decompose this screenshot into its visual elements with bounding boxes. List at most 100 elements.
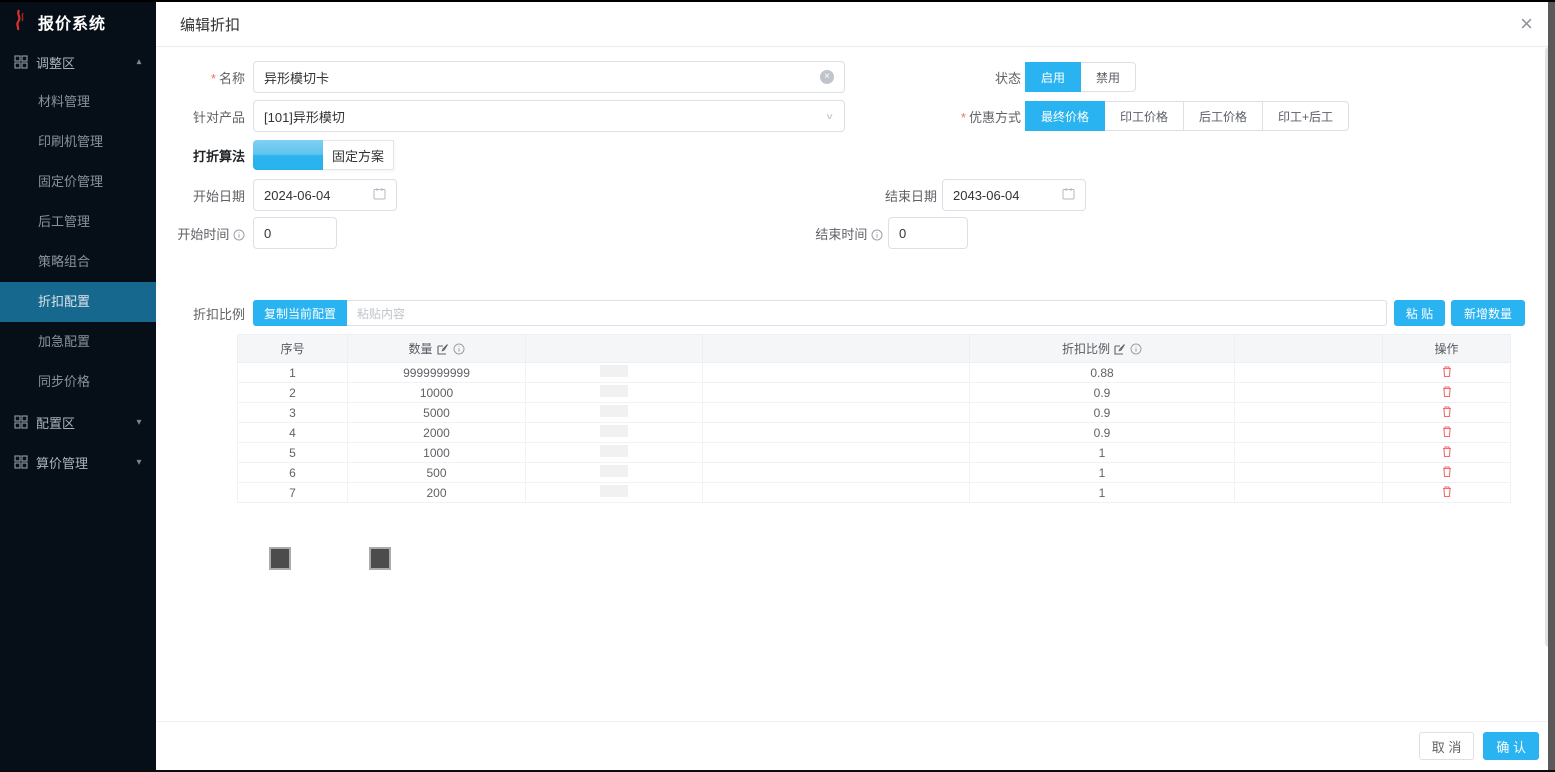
cell-ratio[interactable]: 0.9 bbox=[970, 423, 1235, 443]
copy-current-config-button[interactable]: 复制当前配置 bbox=[253, 300, 347, 326]
cell-action bbox=[1383, 423, 1511, 443]
cell-ratio[interactable]: 1 bbox=[970, 443, 1235, 463]
end-time-input[interactable]: 0 bbox=[888, 217, 968, 249]
sidebar-item[interactable]: 印刷机管理 bbox=[0, 122, 156, 162]
cell-quantity[interactable]: 1000 bbox=[348, 443, 526, 463]
sidebar-group-adjust[interactable]: 调整区 ▾ bbox=[0, 42, 156, 82]
discount-type-option-button[interactable]: 最终价格 bbox=[1025, 101, 1105, 131]
sidebar-item[interactable]: 折扣配置 bbox=[0, 282, 156, 322]
grid-icon bbox=[14, 55, 28, 69]
cell-index: 3 bbox=[238, 403, 348, 423]
algorithm-selected-option[interactable] bbox=[253, 140, 323, 170]
cancel-button[interactable]: 取 消 bbox=[1419, 732, 1475, 760]
info-icon bbox=[871, 229, 883, 241]
ratio-table-row: 4 2000 0.9 bbox=[238, 423, 1511, 443]
cell-blank bbox=[703, 463, 970, 483]
delete-row-icon[interactable] bbox=[1441, 465, 1453, 478]
name-label: *名称 bbox=[156, 68, 245, 87]
add-quantity-button[interactable]: 新增数量 bbox=[1451, 300, 1525, 326]
cell-ratio[interactable]: 1 bbox=[970, 483, 1235, 503]
ratio-table-row: 5 1000 1 bbox=[238, 443, 1511, 463]
cell-quantity[interactable]: 9999999999 bbox=[348, 363, 526, 383]
end-date-label: 结束日期 bbox=[849, 186, 937, 205]
sidebar-group-label: 调整区 bbox=[36, 53, 134, 72]
sidebar-group-config[interactable]: 配置区 ▾ bbox=[0, 402, 156, 442]
delete-row-icon[interactable] bbox=[1441, 485, 1453, 498]
modal-body: *名称 异形模切卡 × 状态 启用 禁用 bbox=[156, 61, 1555, 688]
sidebar-group-label: 算价管理 bbox=[36, 453, 134, 472]
cell-blank bbox=[526, 463, 703, 483]
sidebar-item[interactable]: 同步价格 bbox=[0, 362, 156, 402]
logo: 报价系统 bbox=[0, 2, 156, 42]
cell-ratio[interactable]: 1 bbox=[970, 463, 1235, 483]
discount-type-option-button[interactable]: 后工价格 bbox=[1183, 101, 1263, 131]
end-date-input[interactable]: 2043-06-04 bbox=[942, 179, 1086, 211]
close-icon[interactable]: × bbox=[1520, 13, 1533, 35]
col-blank-header bbox=[1235, 335, 1383, 363]
start-date-input[interactable]: 2024-06-04 bbox=[253, 179, 397, 211]
grid-icon bbox=[14, 455, 28, 469]
cell-ratio[interactable]: 0.9 bbox=[970, 383, 1235, 403]
placeholder-box bbox=[600, 365, 628, 377]
delete-row-icon[interactable] bbox=[1441, 405, 1453, 418]
cell-blank bbox=[703, 443, 970, 463]
sidebar-item[interactable]: 策略组合 bbox=[0, 242, 156, 282]
col-index-header: 序号 bbox=[238, 335, 348, 363]
sidebar-item[interactable]: 材料管理 bbox=[0, 82, 156, 122]
col-blank-header bbox=[703, 335, 970, 363]
status-segmented-control: 启用 禁用 bbox=[1026, 62, 1136, 92]
cell-blank bbox=[1235, 403, 1383, 423]
sidebar-item[interactable]: 加急配置 bbox=[0, 322, 156, 362]
sidebar-item[interactable]: 后工管理 bbox=[0, 202, 156, 242]
col-action-header: 操作 bbox=[1383, 335, 1511, 363]
delete-row-icon[interactable] bbox=[1441, 425, 1453, 438]
cell-index: 4 bbox=[238, 423, 348, 443]
delete-row-icon[interactable] bbox=[1441, 365, 1453, 378]
sidebar-group-pricing[interactable]: 算价管理 ▾ bbox=[0, 442, 156, 482]
cell-blank bbox=[526, 403, 703, 423]
sidebar-item[interactable]: 固定价管理 bbox=[0, 162, 156, 202]
delete-row-icon[interactable] bbox=[1441, 385, 1453, 398]
product-select[interactable]: [101]异形模切 ∨ bbox=[253, 100, 845, 132]
cell-index: 1 bbox=[238, 363, 348, 383]
status-option-button[interactable]: 启用 bbox=[1025, 62, 1081, 92]
status-option-button[interactable]: 禁用 bbox=[1080, 62, 1136, 92]
required-asterisk: * bbox=[961, 110, 966, 125]
cell-action bbox=[1383, 463, 1511, 483]
cell-quantity[interactable]: 2000 bbox=[348, 423, 526, 443]
sidebar: 报价系统 调整区 ▾ 材料管理 印刷机管理 固定价管理 后工管理 bbox=[0, 2, 156, 770]
start-time-input[interactable]: 0 bbox=[253, 217, 337, 249]
cell-quantity[interactable]: 10000 bbox=[348, 383, 526, 403]
clear-input-icon[interactable]: × bbox=[820, 70, 834, 84]
discount-type-option-button[interactable]: 印工+后工 bbox=[1262, 101, 1349, 131]
cell-blank bbox=[703, 423, 970, 443]
paste-content-input[interactable]: 粘贴内容 bbox=[347, 300, 1387, 326]
cell-blank bbox=[1235, 423, 1383, 443]
placeholder-box bbox=[600, 425, 628, 437]
cell-blank bbox=[1235, 363, 1383, 383]
ratio-table: 序号 数量 折扣比例 bbox=[237, 334, 1511, 503]
placeholder-box bbox=[600, 445, 628, 457]
cell-quantity[interactable]: 500 bbox=[348, 463, 526, 483]
app-window: 报价系统 调整区 ▾ 材料管理 印刷机管理 固定价管理 后工管理 bbox=[0, 0, 1555, 772]
placeholder-box bbox=[600, 485, 628, 497]
paste-button[interactable]: 粘 贴 bbox=[1394, 300, 1445, 326]
edit-icon bbox=[437, 343, 449, 355]
delete-row-icon[interactable] bbox=[1441, 445, 1453, 458]
col-ratio-header: 折扣比例 bbox=[970, 335, 1235, 363]
chevron-down-icon: ▾ bbox=[134, 417, 144, 427]
chevron-down-icon: ▾ bbox=[134, 457, 144, 467]
algorithm-fixed-option-button[interactable]: 固定方案 bbox=[323, 140, 394, 170]
discount-type-option-button[interactable]: 印工价格 bbox=[1104, 101, 1184, 131]
cell-quantity[interactable]: 5000 bbox=[348, 403, 526, 423]
confirm-button[interactable]: 确 认 bbox=[1483, 732, 1539, 760]
cell-ratio[interactable]: 0.9 bbox=[970, 403, 1235, 423]
cell-blank bbox=[1235, 483, 1383, 503]
modal-title: 编辑折扣 bbox=[180, 14, 240, 35]
edit-discount-panel: 编辑折扣 × *名称 异形模切卡 × 状态 启用 bbox=[156, 2, 1555, 770]
cell-ratio[interactable]: 0.88 bbox=[970, 363, 1235, 383]
name-input[interactable]: 异形模切卡 × bbox=[253, 61, 845, 93]
chevron-up-icon: ▾ bbox=[134, 57, 144, 67]
ratio-table-row: 7 200 1 bbox=[238, 483, 1511, 503]
cell-quantity[interactable]: 200 bbox=[348, 483, 526, 503]
